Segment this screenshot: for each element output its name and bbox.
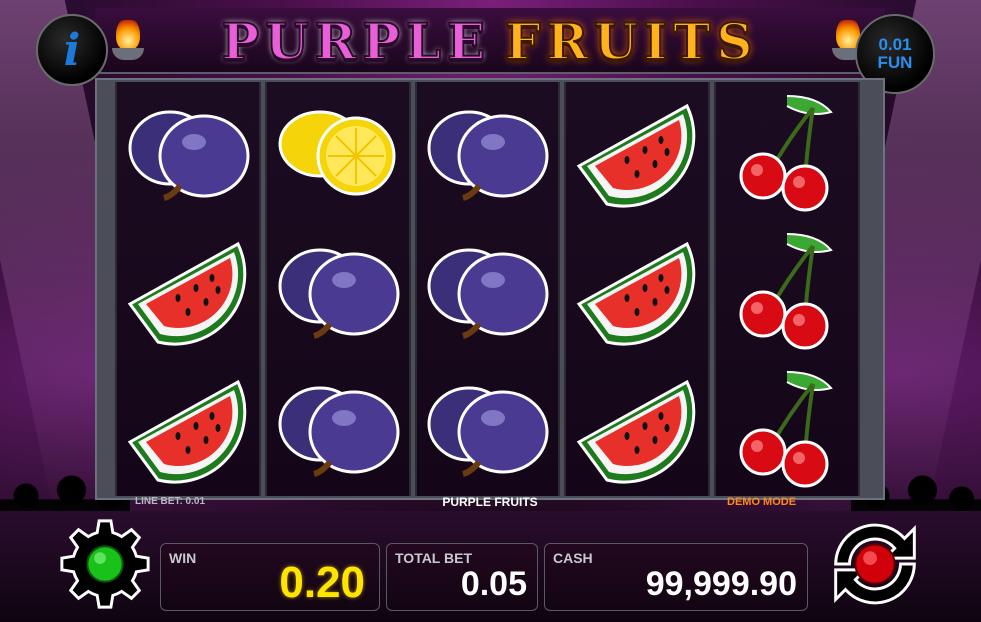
cash-display: CASH 99,999.90 — [544, 543, 808, 611]
title-part-2: FRUITS — [504, 11, 759, 72]
reel-1 — [115, 82, 261, 496]
plum-icon — [417, 362, 557, 492]
demo-mode-label: DEMO MODE — [727, 496, 797, 508]
cherries-icon — [717, 224, 857, 354]
plum-icon — [417, 224, 557, 354]
plum-icon — [417, 86, 557, 216]
watermelon-icon — [118, 224, 258, 354]
currency-label: FUN — [877, 53, 913, 72]
win-value: 0.20 — [279, 558, 365, 607]
reel-5 — [714, 82, 860, 496]
info-icon: i — [63, 24, 81, 76]
lemon-icon — [268, 86, 408, 216]
torch-left-icon — [108, 18, 148, 68]
watermelon-icon — [567, 224, 707, 354]
total-bet-display[interactable]: TOTAL BET 0.05 — [386, 543, 538, 611]
plum-icon — [268, 362, 408, 492]
reels-area — [115, 82, 860, 496]
cherries-icon — [717, 362, 857, 492]
plum-icon — [118, 86, 258, 216]
cash-value: 99,999.90 — [645, 565, 797, 603]
total-bet-label: TOTAL BET — [395, 550, 472, 566]
watermelon-icon — [567, 86, 707, 216]
game-stage: PURPLE FRUITS i 0.01 FUN LINE BET: 0.01 … — [0, 0, 981, 622]
game-title-logo: PURPLE FRUITS — [145, 8, 835, 74]
cash-label: CASH — [553, 550, 593, 566]
title-part-1: PURPLE — [221, 11, 492, 72]
coin-value: 0.01 — [878, 35, 912, 54]
plum-icon — [268, 224, 408, 354]
win-display: WIN 0.20 — [160, 543, 380, 611]
win-label: WIN — [169, 550, 197, 566]
watermelon-icon — [567, 362, 707, 492]
reel-2 — [264, 82, 411, 496]
info-strip: LINE BET: 0.01 PURPLE FRUITS DEMO MODE — [95, 493, 885, 511]
info-button[interactable]: i — [36, 14, 108, 86]
reel-4 — [564, 82, 711, 496]
watermelon-icon — [118, 362, 258, 492]
spin-button-icon[interactable] — [816, 512, 934, 616]
settings-gear-icon[interactable] — [56, 515, 154, 613]
reel-3 — [414, 82, 561, 496]
cherries-icon — [717, 86, 857, 216]
total-bet-value: 0.05 — [460, 565, 527, 603]
